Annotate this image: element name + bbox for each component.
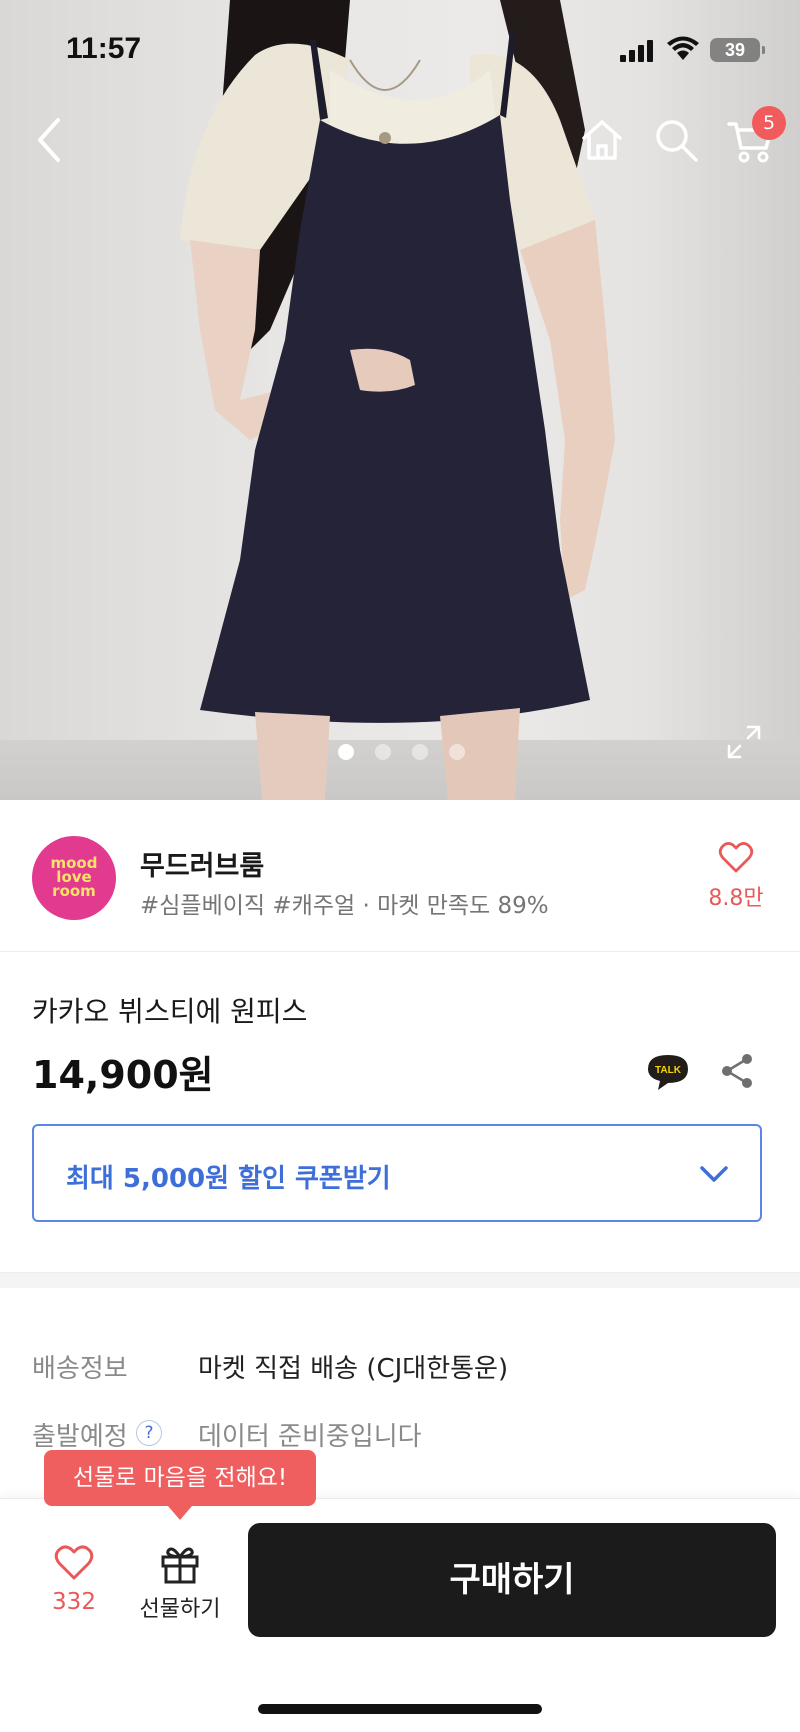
store-favorite-button[interactable]: 8.8만 bbox=[706, 840, 766, 912]
bottom-action-bar: 332 선물하기 구매하기 bbox=[0, 1498, 800, 1732]
gift-label: 선물하기 bbox=[139, 1597, 221, 1622]
product-title: 카카오 뷔스티에 원피스 bbox=[32, 995, 308, 1028]
carousel-indicator bbox=[0, 744, 800, 764]
talk-icon[interactable]: TALK bbox=[646, 1052, 690, 1092]
status-bar: 11:57 39 bbox=[0, 0, 800, 100]
home-icon[interactable] bbox=[578, 116, 626, 164]
product-price: 14,900원 bbox=[32, 1053, 214, 1097]
departure-label: 출발예정 bbox=[32, 1422, 128, 1452]
chevron-down-icon bbox=[700, 1166, 728, 1182]
gift-tooltip: 선물로 마음을 전해요! bbox=[44, 1450, 316, 1520]
product-summary: 카카오 뷔스티에 원피스 14,900원 TALK 최대 5,000원 할인 쿠… bbox=[0, 952, 800, 1272]
talk-icon-label: TALK bbox=[655, 1065, 682, 1076]
home-indicator bbox=[258, 1704, 542, 1714]
gift-icon bbox=[161, 1547, 199, 1584]
buy-button[interactable]: 구매하기 bbox=[248, 1523, 776, 1637]
store-info[interactable]: mood love room 무드러브룸 #심플베이직 #캐주얼 · 마켓 만족… bbox=[0, 800, 800, 952]
cellular-signal-icon bbox=[620, 40, 653, 62]
gift-button[interactable]: 선물하기 bbox=[130, 1543, 230, 1633]
back-icon[interactable] bbox=[30, 114, 70, 166]
section-divider bbox=[0, 1272, 800, 1288]
coupon-button[interactable]: 최대 5,000원 할인 쿠폰받기 bbox=[32, 1124, 762, 1222]
shipping-value: 마켓 직접 배송 (CJ대한통운) bbox=[198, 1354, 509, 1384]
status-time: 11:57 bbox=[66, 32, 142, 65]
carousel-dot[interactable] bbox=[412, 744, 428, 760]
cart-count-badge: 5 bbox=[752, 106, 786, 140]
battery-indicator: 39 bbox=[710, 38, 765, 62]
wifi-icon bbox=[667, 36, 699, 60]
help-icon[interactable]: ? bbox=[136, 1420, 162, 1446]
carousel-dot[interactable] bbox=[375, 744, 391, 760]
departure-value: 데이터 준비중입니다 bbox=[198, 1422, 422, 1452]
heart-icon bbox=[718, 842, 754, 873]
store-tags: #심플베이직 #캐주얼 · 마켓 만족도 89% bbox=[140, 893, 549, 919]
like-button[interactable]: 332 bbox=[36, 1543, 112, 1627]
shipping-row: 배송정보 마켓 직접 배송 (CJ대한통운) bbox=[32, 1348, 772, 1388]
store-favorite-count: 8.8만 bbox=[708, 886, 764, 911]
coupon-label: 최대 5,000원 할인 쿠폰받기 bbox=[66, 1164, 391, 1194]
top-navigation bbox=[0, 100, 800, 180]
store-name[interactable]: 무드러브룸 bbox=[140, 844, 264, 883]
carousel-dot[interactable] bbox=[338, 744, 354, 760]
store-logo[interactable]: mood love room bbox=[32, 836, 116, 920]
store-logo-line: room bbox=[52, 882, 96, 900]
heart-icon bbox=[54, 1545, 94, 1580]
share-icon[interactable] bbox=[720, 1052, 754, 1090]
expand-icon[interactable] bbox=[726, 724, 762, 760]
like-count: 332 bbox=[52, 1589, 96, 1615]
search-icon[interactable] bbox=[652, 116, 700, 164]
shipping-label: 배송정보 bbox=[32, 1354, 128, 1384]
carousel-dot[interactable] bbox=[449, 744, 465, 760]
